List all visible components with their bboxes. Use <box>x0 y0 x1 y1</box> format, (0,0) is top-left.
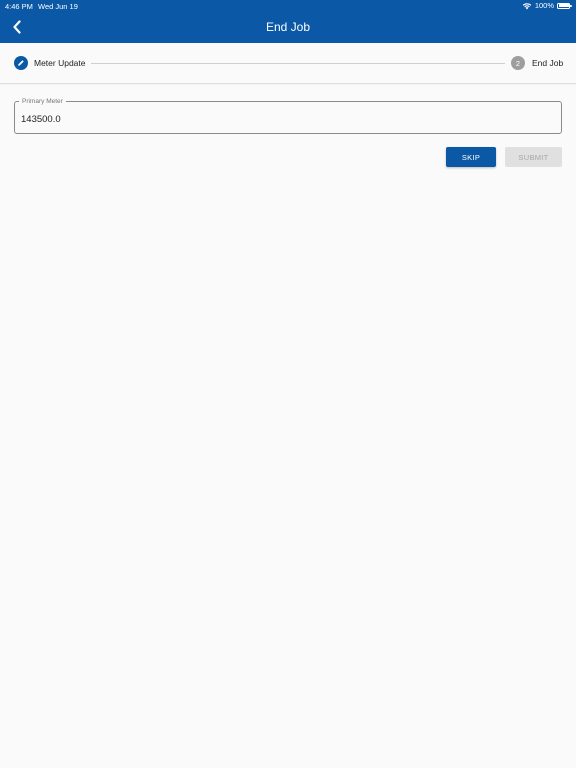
status-bar: 4:46 PM Wed Jun 19 100% <box>0 0 576 12</box>
app-header: 4:46 PM Wed Jun 19 100% End Job <box>0 0 576 43</box>
step-meter-update-label: Meter Update <box>34 58 86 68</box>
step-end-job-number: 2 <box>511 56 525 70</box>
primary-meter-field: Primary Meter <box>14 98 562 134</box>
status-time: 4:46 PM <box>5 2 33 11</box>
wifi-icon <box>522 2 532 9</box>
battery-icon <box>557 2 572 9</box>
step-meter-update-indicator <box>14 56 28 70</box>
progress-stepper: Meter Update 2 End Job <box>0 43 576 84</box>
skip-button[interactable]: SKIP <box>446 147 496 167</box>
status-date: Wed Jun 19 <box>38 2 78 11</box>
page-title: End Job <box>265 20 311 34</box>
status-indicators: 100% <box>522 1 572 10</box>
step-end-job-label: End Job <box>532 58 564 68</box>
pencil-icon <box>18 60 24 66</box>
primary-meter-label: Primary Meter <box>19 98 66 105</box>
stepper-connector <box>91 63 505 64</box>
battery-percent: 100% <box>534 1 554 10</box>
submit-button[interactable]: SUBMIT <box>505 147 562 167</box>
primary-meter-input[interactable] <box>21 112 541 126</box>
